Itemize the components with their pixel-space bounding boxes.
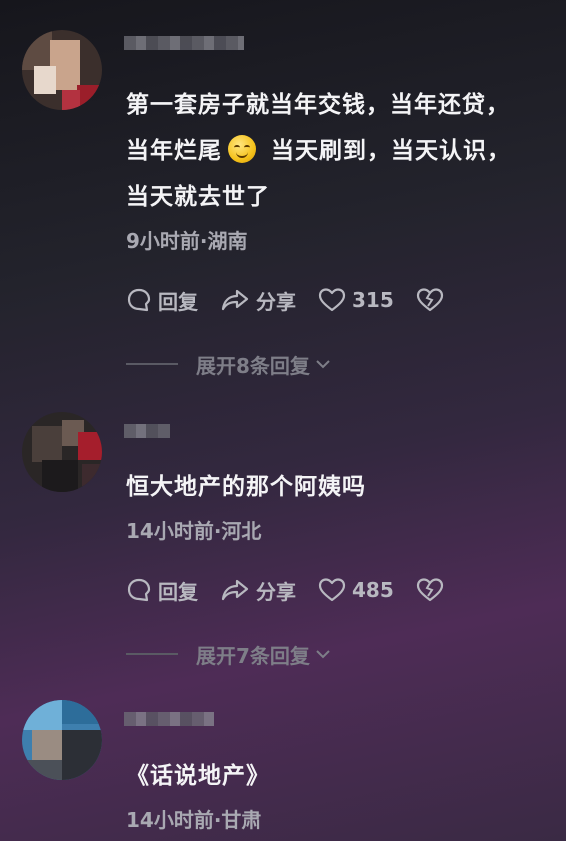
share-arrow-icon bbox=[221, 579, 249, 601]
broken-heart-icon bbox=[416, 288, 443, 312]
avatar[interactable] bbox=[22, 30, 102, 110]
expand-replies-button[interactable]: 展开7条回复 bbox=[126, 639, 332, 669]
comment-text: 《话说地产》 bbox=[126, 763, 270, 789]
reply-button[interactable]: 回复 bbox=[126, 286, 198, 315]
heart-icon bbox=[318, 578, 346, 602]
like-button[interactable]: 315 bbox=[318, 287, 394, 313]
comment-bubble-icon bbox=[127, 288, 151, 312]
chevron-down-icon bbox=[316, 360, 330, 369]
like-button[interactable]: 485 bbox=[318, 577, 394, 603]
avatar[interactable] bbox=[22, 700, 102, 780]
dislike-button[interactable] bbox=[416, 577, 450, 603]
dislike-button[interactable] bbox=[416, 287, 450, 313]
comment-bubble-icon bbox=[127, 578, 151, 602]
expand-replies-button[interactable]: 展开8条回复 bbox=[126, 349, 332, 379]
comment-actions: 回复 分享 315 bbox=[126, 285, 472, 315]
avatar[interactable] bbox=[22, 412, 102, 492]
comment-actions: 回复 分享 485 bbox=[126, 575, 472, 605]
like-count: 315 bbox=[352, 288, 394, 312]
username-blurred[interactable] bbox=[124, 424, 170, 438]
username-blurred[interactable] bbox=[124, 712, 214, 726]
share-arrow-icon bbox=[221, 289, 249, 311]
username-blurred[interactable] bbox=[124, 36, 244, 50]
smiling-face-emoji-icon bbox=[228, 135, 256, 163]
comment-meta: 9小时前·湖南 bbox=[126, 229, 248, 253]
chevron-down-icon bbox=[316, 650, 330, 659]
comment-text: 恒大地产的那个阿姨吗 bbox=[126, 474, 366, 500]
comment-meta: 14小时前·甘肃 bbox=[126, 808, 262, 832]
comment-meta: 14小时前·河北 bbox=[126, 519, 262, 543]
share-button[interactable]: 分享 bbox=[220, 576, 296, 605]
reply-button[interactable]: 回复 bbox=[126, 576, 198, 605]
divider bbox=[126, 363, 178, 365]
share-button[interactable]: 分享 bbox=[220, 286, 296, 315]
divider bbox=[126, 653, 178, 655]
like-count: 485 bbox=[352, 578, 394, 602]
broken-heart-icon bbox=[416, 578, 443, 602]
heart-icon bbox=[318, 288, 346, 312]
comment-text: 第一套房子就当年交钱，当年还贷， 当年烂尾 当天刷到，当天认识， 当天就去世了 bbox=[126, 92, 512, 210]
